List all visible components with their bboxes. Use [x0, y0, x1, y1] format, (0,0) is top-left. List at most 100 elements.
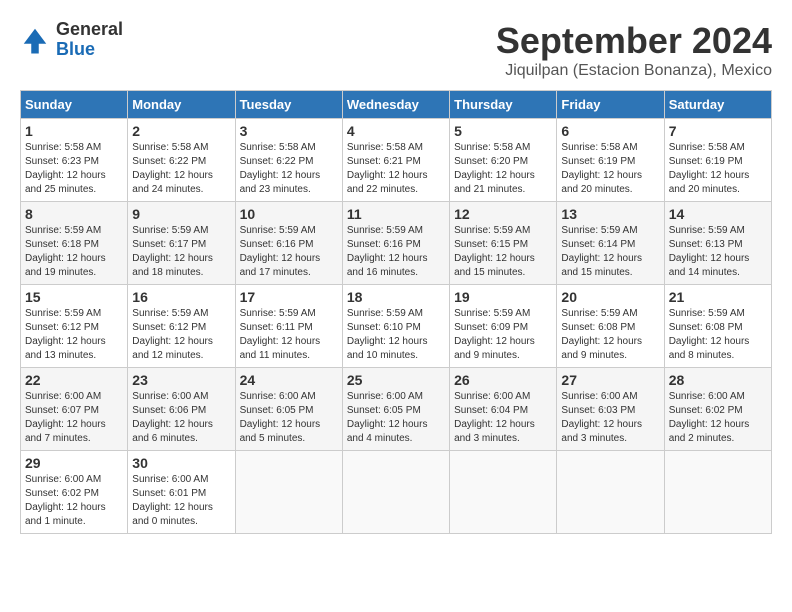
logo-general: General — [56, 20, 123, 40]
day-info: Sunrise: 5:58 AM Sunset: 6:21 PM Dayligh… — [347, 141, 445, 197]
sunrise-label: Sunrise: 6:00 AM — [669, 391, 745, 402]
day-number: 26 — [454, 372, 552, 388]
sunset-label: Sunset: 6:10 PM — [347, 322, 421, 333]
calendar-cell — [235, 451, 342, 534]
day-info: Sunrise: 6:00 AM Sunset: 6:03 PM Dayligh… — [561, 390, 659, 446]
calendar-cell: 14 Sunrise: 5:59 AM Sunset: 6:13 PM Dayl… — [664, 202, 771, 285]
sunrise-label: Sunrise: 5:59 AM — [240, 225, 316, 236]
day-number: 10 — [240, 206, 338, 222]
daylight-label: Daylight: 12 hours and 15 minutes. — [454, 253, 535, 278]
day-info: Sunrise: 6:00 AM Sunset: 6:02 PM Dayligh… — [25, 473, 123, 529]
day-number: 29 — [25, 455, 123, 471]
calendar-cell: 10 Sunrise: 5:59 AM Sunset: 6:16 PM Dayl… — [235, 202, 342, 285]
sunset-label: Sunset: 6:12 PM — [25, 322, 99, 333]
daylight-label: Daylight: 12 hours and 24 minutes. — [132, 170, 213, 195]
sunset-label: Sunset: 6:16 PM — [240, 239, 314, 250]
logo-text: General Blue — [56, 20, 123, 60]
calendar-cell: 7 Sunrise: 5:58 AM Sunset: 6:19 PM Dayli… — [664, 119, 771, 202]
day-info: Sunrise: 5:59 AM Sunset: 6:08 PM Dayligh… — [561, 307, 659, 363]
calendar-cell — [557, 451, 664, 534]
sunset-label: Sunset: 6:09 PM — [454, 322, 528, 333]
daylight-label: Daylight: 12 hours and 21 minutes. — [454, 170, 535, 195]
sunset-label: Sunset: 6:02 PM — [25, 488, 99, 499]
day-number: 19 — [454, 289, 552, 305]
calendar-cell: 11 Sunrise: 5:59 AM Sunset: 6:16 PM Dayl… — [342, 202, 449, 285]
day-number: 6 — [561, 123, 659, 139]
sunset-label: Sunset: 6:19 PM — [561, 156, 635, 167]
day-info: Sunrise: 6:00 AM Sunset: 6:02 PM Dayligh… — [669, 390, 767, 446]
header-tuesday: Tuesday — [235, 91, 342, 119]
header-wednesday: Wednesday — [342, 91, 449, 119]
calendar-week-4: 22 Sunrise: 6:00 AM Sunset: 6:07 PM Dayl… — [21, 368, 772, 451]
day-number: 17 — [240, 289, 338, 305]
daylight-label: Daylight: 12 hours and 15 minutes. — [561, 253, 642, 278]
sunset-label: Sunset: 6:17 PM — [132, 239, 206, 250]
daylight-label: Daylight: 12 hours and 19 minutes. — [25, 253, 106, 278]
calendar-cell: 25 Sunrise: 6:00 AM Sunset: 6:05 PM Dayl… — [342, 368, 449, 451]
sunrise-label: Sunrise: 5:59 AM — [25, 225, 101, 236]
sunrise-label: Sunrise: 6:00 AM — [561, 391, 637, 402]
day-info: Sunrise: 5:59 AM Sunset: 6:16 PM Dayligh… — [347, 224, 445, 280]
sunrise-label: Sunrise: 5:59 AM — [240, 308, 316, 319]
calendar-cell: 23 Sunrise: 6:00 AM Sunset: 6:06 PM Dayl… — [128, 368, 235, 451]
daylight-label: Daylight: 12 hours and 14 minutes. — [669, 253, 750, 278]
calendar-cell: 27 Sunrise: 6:00 AM Sunset: 6:03 PM Dayl… — [557, 368, 664, 451]
calendar-week-2: 8 Sunrise: 5:59 AM Sunset: 6:18 PM Dayli… — [21, 202, 772, 285]
day-number: 12 — [454, 206, 552, 222]
month-title: September 2024 — [496, 20, 772, 62]
sunset-label: Sunset: 6:05 PM — [240, 405, 314, 416]
daylight-label: Daylight: 12 hours and 0 minutes. — [132, 502, 213, 527]
sunrise-label: Sunrise: 6:00 AM — [240, 391, 316, 402]
sunset-label: Sunset: 6:19 PM — [669, 156, 743, 167]
sunset-label: Sunset: 6:03 PM — [561, 405, 635, 416]
sunset-label: Sunset: 6:06 PM — [132, 405, 206, 416]
day-number: 23 — [132, 372, 230, 388]
logo: General Blue — [20, 20, 123, 60]
header-thursday: Thursday — [450, 91, 557, 119]
sunrise-label: Sunrise: 5:58 AM — [25, 142, 101, 153]
day-number: 4 — [347, 123, 445, 139]
day-number: 5 — [454, 123, 552, 139]
calendar-cell: 29 Sunrise: 6:00 AM Sunset: 6:02 PM Dayl… — [21, 451, 128, 534]
day-number: 7 — [669, 123, 767, 139]
daylight-label: Daylight: 12 hours and 16 minutes. — [347, 253, 428, 278]
daylight-label: Daylight: 12 hours and 11 minutes. — [240, 336, 321, 361]
day-info: Sunrise: 5:59 AM Sunset: 6:08 PM Dayligh… — [669, 307, 767, 363]
sunrise-label: Sunrise: 5:58 AM — [240, 142, 316, 153]
sunrise-label: Sunrise: 5:58 AM — [132, 142, 208, 153]
day-number: 15 — [25, 289, 123, 305]
sunrise-label: Sunrise: 5:59 AM — [347, 308, 423, 319]
day-info: Sunrise: 6:00 AM Sunset: 6:05 PM Dayligh… — [240, 390, 338, 446]
sunrise-label: Sunrise: 6:00 AM — [132, 474, 208, 485]
daylight-label: Daylight: 12 hours and 22 minutes. — [347, 170, 428, 195]
daylight-label: Daylight: 12 hours and 1 minute. — [25, 502, 106, 527]
sunrise-label: Sunrise: 6:00 AM — [25, 391, 101, 402]
sunset-label: Sunset: 6:02 PM — [669, 405, 743, 416]
calendar-cell: 22 Sunrise: 6:00 AM Sunset: 6:07 PM Dayl… — [21, 368, 128, 451]
sunrise-label: Sunrise: 5:58 AM — [347, 142, 423, 153]
sunrise-label: Sunrise: 5:58 AM — [561, 142, 637, 153]
daylight-label: Daylight: 12 hours and 9 minutes. — [561, 336, 642, 361]
calendar-cell: 24 Sunrise: 6:00 AM Sunset: 6:05 PM Dayl… — [235, 368, 342, 451]
daylight-label: Daylight: 12 hours and 3 minutes. — [454, 419, 535, 444]
sunset-label: Sunset: 6:21 PM — [347, 156, 421, 167]
sunrise-label: Sunrise: 5:59 AM — [132, 308, 208, 319]
sunset-label: Sunset: 6:12 PM — [132, 322, 206, 333]
sunset-label: Sunset: 6:23 PM — [25, 156, 99, 167]
header-saturday: Saturday — [664, 91, 771, 119]
daylight-label: Daylight: 12 hours and 2 minutes. — [669, 419, 750, 444]
sunrise-label: Sunrise: 6:00 AM — [454, 391, 530, 402]
day-number: 30 — [132, 455, 230, 471]
day-number: 8 — [25, 206, 123, 222]
sunrise-label: Sunrise: 5:59 AM — [25, 308, 101, 319]
calendar-body: 1 Sunrise: 5:58 AM Sunset: 6:23 PM Dayli… — [21, 119, 772, 534]
sunset-label: Sunset: 6:08 PM — [561, 322, 635, 333]
sunset-label: Sunset: 6:22 PM — [132, 156, 206, 167]
daylight-label: Daylight: 12 hours and 9 minutes. — [454, 336, 535, 361]
day-info: Sunrise: 6:00 AM Sunset: 6:04 PM Dayligh… — [454, 390, 552, 446]
sunrise-label: Sunrise: 5:59 AM — [132, 225, 208, 236]
day-number: 3 — [240, 123, 338, 139]
day-number: 24 — [240, 372, 338, 388]
day-info: Sunrise: 5:58 AM Sunset: 6:19 PM Dayligh… — [669, 141, 767, 197]
sunrise-label: Sunrise: 5:59 AM — [454, 225, 530, 236]
